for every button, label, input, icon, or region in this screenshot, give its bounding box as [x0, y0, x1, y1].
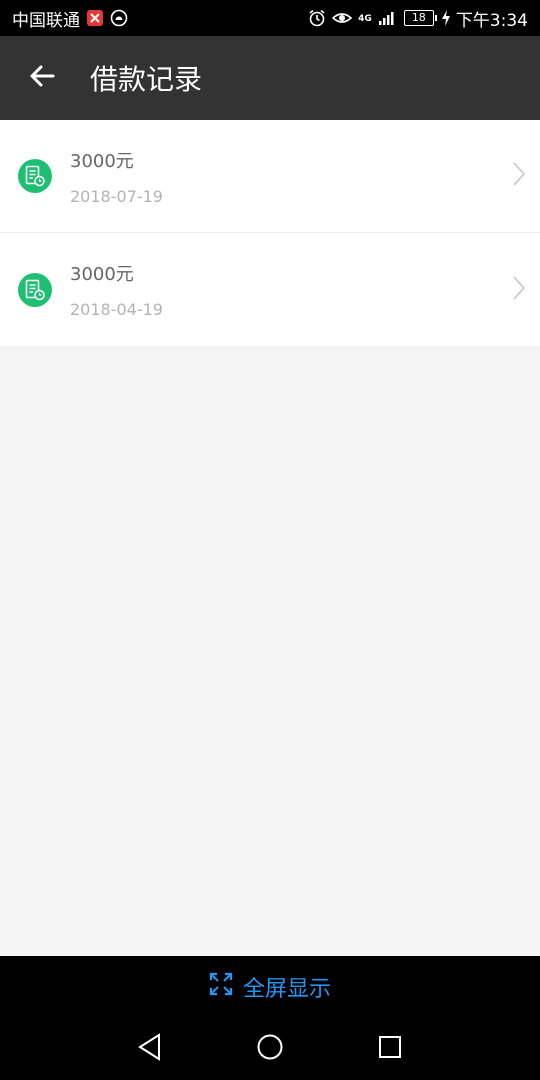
loan-amount: 3000元 [70, 264, 134, 285]
system-nav-bar [0, 1018, 540, 1080]
expand-icon [209, 972, 233, 1002]
signal-icon [378, 10, 398, 26]
loan-record-list: 3000元 2018-07-19 3000元 2018-04-19 [0, 120, 540, 346]
status-right: 4G 18 下午3:34 [308, 6, 528, 31]
fullscreen-label: 全屏显示 [242, 977, 331, 1002]
fullscreen-button[interactable]: 全屏显示 [0, 956, 540, 1018]
app-notification-icon [86, 9, 104, 27]
app-bar: 借款记录 [0, 36, 540, 120]
loan-record-text: 3000元 2018-07-19 [70, 147, 163, 206]
nav-home-button[interactable] [250, 1029, 290, 1069]
battery-level: 18 [411, 11, 426, 24]
loan-amount: 3000元 [70, 150, 134, 172]
chevron-right-icon [512, 275, 526, 305]
arrow-left-icon [28, 62, 56, 94]
android-icon [110, 9, 128, 27]
alarm-icon [308, 9, 326, 27]
nav-back-button[interactable] [130, 1029, 170, 1069]
document-clock-icon [18, 159, 52, 193]
bottom-bar: 全屏显示 [0, 956, 540, 1080]
loan-date: 2018-04-19 [70, 300, 163, 319]
network-type: 4G [358, 13, 372, 24]
carrier-label: 中国联通 [12, 10, 80, 31]
loan-date: 2018-07-19 [70, 186, 163, 206]
loan-record-item[interactable]: 3000元 2018-07-19 [0, 120, 540, 233]
back-triangle-icon [137, 1033, 163, 1065]
page-title: 借款记录 [90, 63, 203, 96]
chevron-right-icon [512, 161, 526, 191]
back-button[interactable] [0, 36, 84, 120]
clock: 下午3:34 [455, 10, 528, 31]
status-left: 中国联通 [12, 6, 128, 31]
battery-icon: 18 [403, 10, 437, 26]
loan-record-item[interactable]: 3000元 2018-04-19 [0, 233, 540, 346]
loan-record-text: 3000元 2018-04-19 [70, 260, 163, 319]
document-clock-icon [18, 272, 52, 307]
recents-square-icon [377, 1034, 403, 1064]
eye-icon [332, 10, 353, 26]
status-bar: 中国联通 4G 18 下午3:34 [0, 0, 540, 36]
home-circle-icon [256, 1033, 284, 1065]
charging-icon [441, 10, 450, 26]
nav-recents-button[interactable] [370, 1029, 410, 1069]
